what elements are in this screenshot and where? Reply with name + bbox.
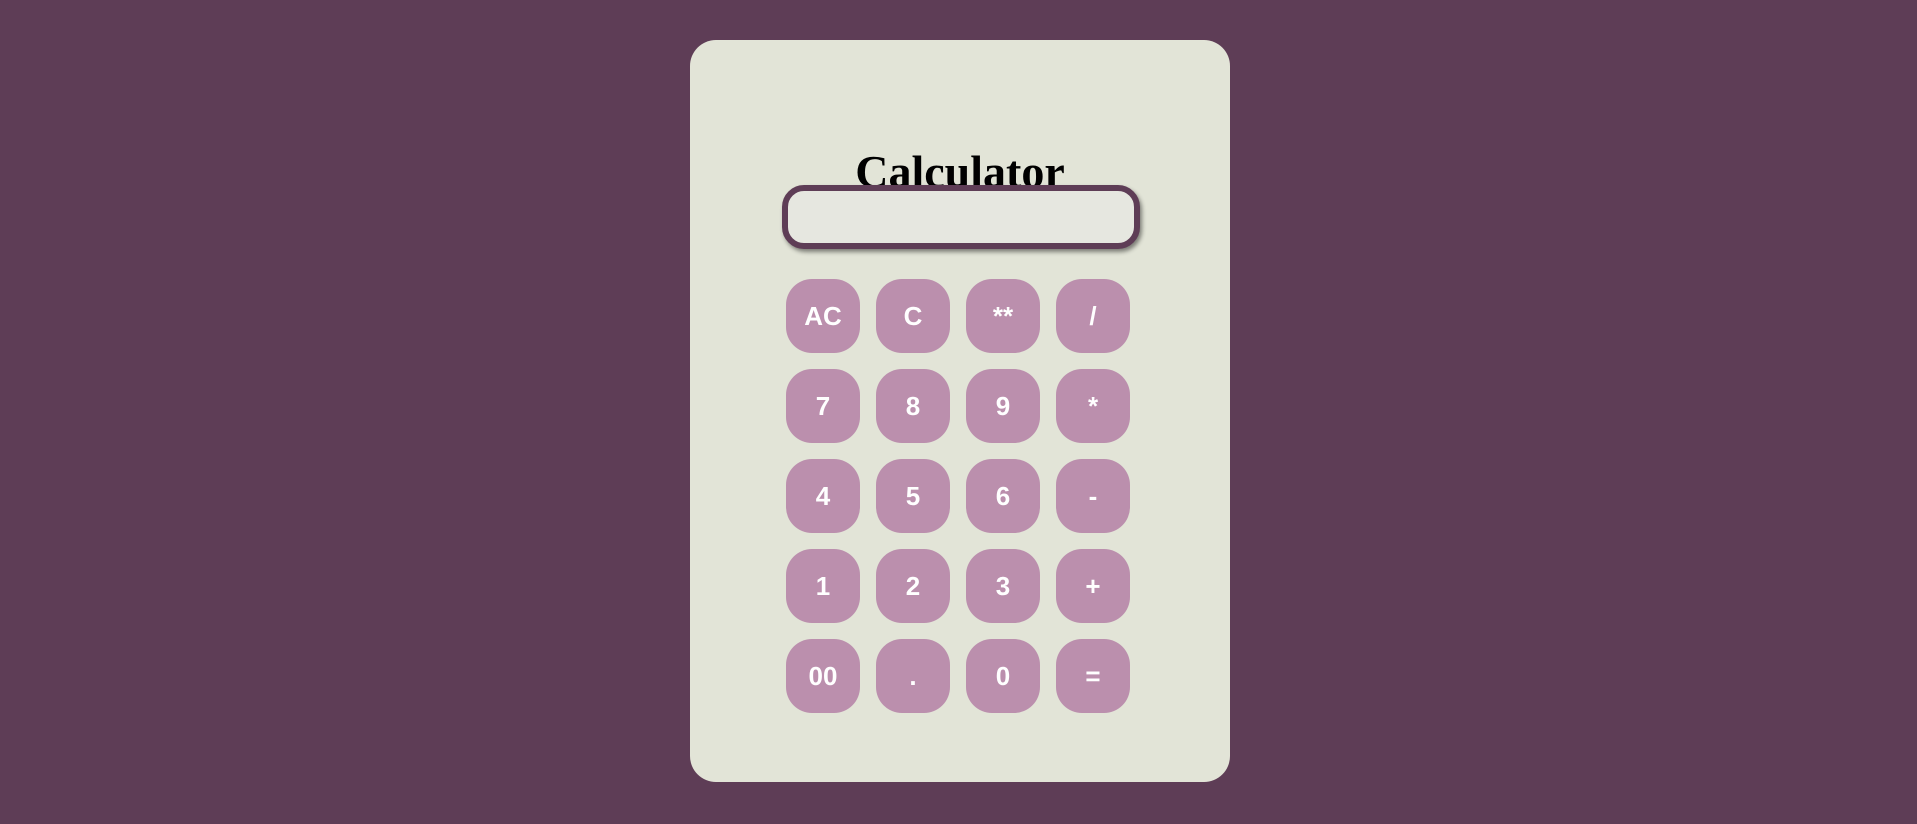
keypad: AC C ** / 7 8 9 * 4 5 6 - 1 2 3 + 00 . 0… — [786, 279, 1130, 713]
digit-2-button[interactable]: 2 — [876, 549, 950, 623]
digit-9-button[interactable]: 9 — [966, 369, 1040, 443]
all-clear-button[interactable]: AC — [786, 279, 860, 353]
double-zero-button[interactable]: 00 — [786, 639, 860, 713]
digit-3-button[interactable]: 3 — [966, 549, 1040, 623]
decimal-point-button[interactable]: . — [876, 639, 950, 713]
calculator-display[interactable] — [782, 185, 1140, 249]
divide-button[interactable]: / — [1056, 279, 1130, 353]
digit-7-button[interactable]: 7 — [786, 369, 860, 443]
plus-button[interactable]: + — [1056, 549, 1130, 623]
digit-4-button[interactable]: 4 — [786, 459, 860, 533]
multiply-button[interactable]: * — [1056, 369, 1130, 443]
minus-button[interactable]: - — [1056, 459, 1130, 533]
digit-8-button[interactable]: 8 — [876, 369, 950, 443]
equals-button[interactable]: = — [1056, 639, 1130, 713]
power-button[interactable]: ** — [966, 279, 1040, 353]
digit-0-button[interactable]: 0 — [966, 639, 1040, 713]
calculator-card: Calculator AC C ** / 7 8 9 * 4 5 6 - 1 2… — [690, 40, 1230, 782]
digit-6-button[interactable]: 6 — [966, 459, 1040, 533]
clear-button[interactable]: C — [876, 279, 950, 353]
digit-5-button[interactable]: 5 — [876, 459, 950, 533]
digit-1-button[interactable]: 1 — [786, 549, 860, 623]
